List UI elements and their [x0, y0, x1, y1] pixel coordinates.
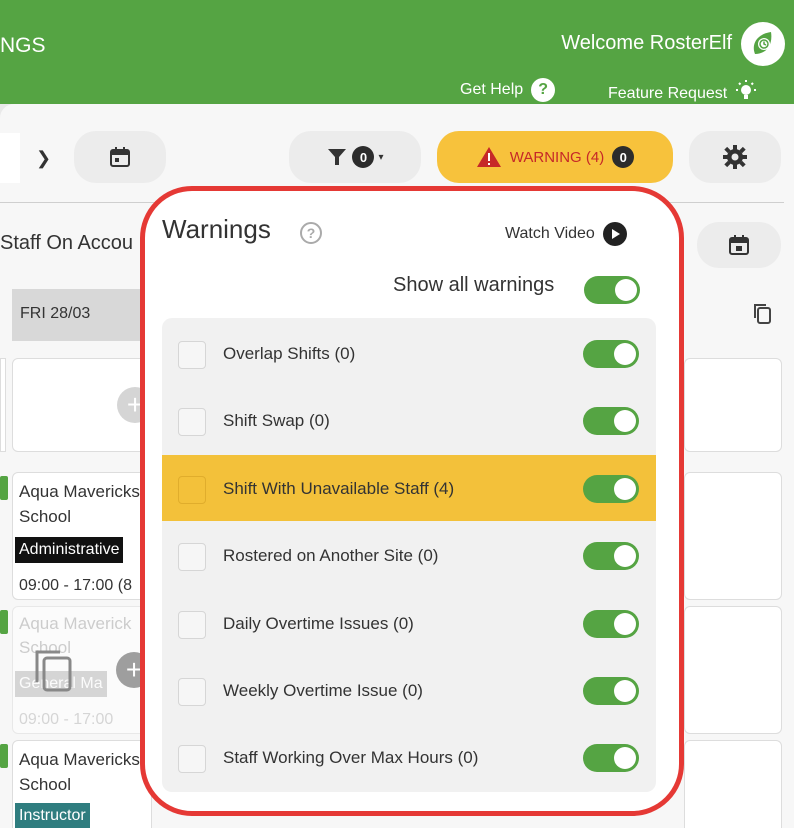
warning-toggle[interactable] [583, 340, 639, 368]
shift-slot [684, 472, 782, 600]
warning-row-weekly-overtime: Weekly Overtime Issue (0) [162, 657, 656, 723]
warning-row-overlap-shifts: Overlap Shifts (0) [162, 320, 656, 386]
settings-button[interactable] [689, 131, 781, 183]
warning-checkbox[interactable] [178, 678, 206, 706]
get-help-link[interactable]: Get Help ? [460, 78, 556, 102]
calendar-icon [110, 147, 130, 167]
chevron-right-icon[interactable]: ❯ [36, 148, 51, 169]
warning-toggle[interactable] [583, 407, 639, 435]
shift-location-sub: School [19, 507, 71, 526]
warning-button-label: WARNING (4) [509, 148, 605, 166]
warning-checkbox[interactable] [178, 611, 206, 639]
watch-video-link[interactable]: Watch Video [505, 222, 627, 246]
shift-location: Aqua Mavericks [19, 482, 140, 501]
warning-checkbox[interactable] [178, 341, 206, 369]
shift-time: 09:00 - 17:00 (8 [19, 577, 132, 594]
filter-icon [328, 149, 347, 165]
warning-label: Overlap Shifts (0) [223, 344, 356, 363]
warning-row-max-hours: Staff Working Over Max Hours (0) [162, 724, 656, 790]
warning-row-shift-swap: Shift Swap (0) [162, 387, 656, 453]
warning-row-daily-overtime: Daily Overtime Issues (0) [162, 590, 656, 656]
welcome-text: Welcome RosterElf [561, 32, 732, 54]
question-icon: ? [531, 78, 556, 102]
rosterelf-logo-icon[interactable] [741, 22, 785, 66]
warning-checkbox[interactable] [178, 543, 206, 571]
warning-checkbox[interactable] [178, 476, 206, 504]
calendar-button[interactable] [74, 131, 166, 183]
calendar-icon [729, 235, 749, 255]
warning-toggle[interactable] [583, 677, 639, 705]
warning-label: Shift Swap (0) [223, 411, 330, 430]
shift-location: Aqua Maverick [19, 614, 132, 633]
shift-slot [684, 606, 782, 734]
warning-button[interactable]: WARNING (4) 0 [437, 131, 673, 183]
shift-card[interactable]: Aqua Mavericks School Administrative 09:… [12, 472, 152, 600]
warning-label: Daily Overtime Issues (0) [223, 614, 414, 633]
empty-shift-slot[interactable]: + [12, 358, 153, 452]
shift-location: Aqua Mavericks [19, 750, 140, 769]
filter-count-badge: 0 [352, 146, 375, 168]
copy-shift-icon[interactable] [32, 648, 76, 701]
warning-toggle[interactable] [583, 610, 639, 638]
show-all-warnings-label: Show all warnings [393, 274, 555, 296]
shift-location-sub: School [19, 775, 71, 794]
copy-icon[interactable] [752, 302, 774, 331]
warning-row-another-site: Rostered on Another Site (0) [162, 522, 656, 588]
shift-time: 09:00 - 17:00 [19, 711, 114, 728]
warnings-title: Warnings [162, 214, 271, 244]
prev-column-edge [0, 358, 6, 452]
watch-video-label: Watch Video [505, 225, 595, 242]
get-help-label: Get Help [460, 81, 524, 98]
shift-card[interactable]: Aqua Mavericks School Instructor [12, 740, 152, 828]
date-range-field[interactable] [0, 133, 20, 183]
warning-label: Staff Working Over Max Hours (0) [223, 748, 479, 767]
show-all-warnings-toggle[interactable] [584, 276, 640, 304]
feature-request-label: Feature Request [608, 84, 728, 102]
play-icon [602, 222, 627, 246]
gear-icon [723, 145, 747, 169]
role-tag: Instructor [15, 803, 90, 828]
calendar-button-secondary[interactable] [697, 222, 781, 268]
warning-toggle[interactable] [583, 475, 639, 503]
warning-toggle[interactable] [583, 542, 639, 570]
role-tag: Administrative [15, 537, 124, 563]
status-marker [0, 476, 8, 500]
warning-triangle-icon [476, 147, 501, 167]
warning-label: Weekly Overtime Issue (0) [223, 681, 423, 700]
page-title: NGS [0, 34, 46, 57]
shift-slot [684, 740, 782, 828]
help-question-icon[interactable]: ? [300, 222, 322, 244]
warning-badge: 0 [612, 146, 635, 168]
status-marker [0, 610, 8, 634]
warning-checkbox[interactable] [178, 408, 206, 436]
warning-label: Shift With Unavailable Staff (4) [223, 479, 455, 498]
caret-down-icon: ▾ [378, 151, 384, 163]
app-header: NGS Welcome RosterElf Get Help ? Feature… [0, 0, 794, 104]
warning-toggle[interactable] [583, 744, 639, 772]
warning-label: Rostered on Another Site (0) [223, 546, 439, 565]
day-column-header: FRI 28/03 [12, 289, 152, 341]
warning-row-unavailable-staff: Shift With Unavailable Staff (4) [162, 455, 656, 521]
shift-slot [684, 358, 782, 452]
staff-on-account-label: Staff On Accou [0, 232, 134, 254]
status-marker [0, 744, 8, 768]
warning-checkbox[interactable] [178, 745, 206, 773]
filter-button[interactable]: 0 ▾ [289, 131, 421, 183]
